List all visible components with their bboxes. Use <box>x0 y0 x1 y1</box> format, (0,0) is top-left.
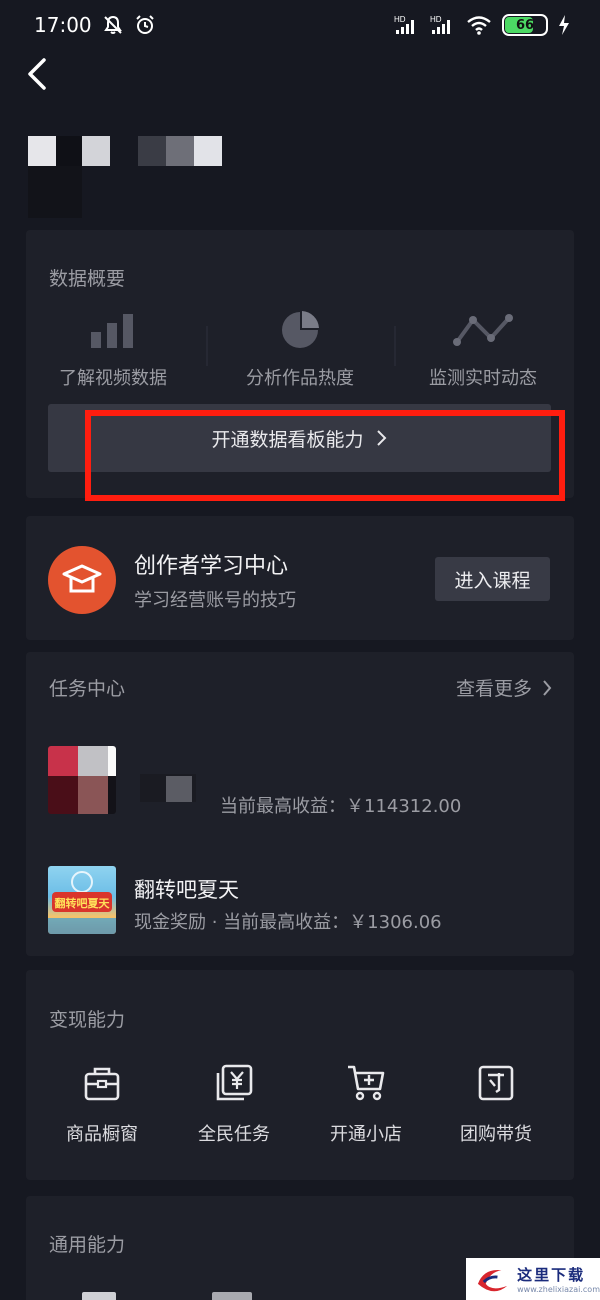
cap-item-universal-task[interactable]: 全民任务 <box>168 1060 300 1146</box>
partial-icon <box>212 1292 252 1300</box>
signal-icon-1: HD <box>394 14 420 36</box>
task-item-2[interactable]: 翻转吧夏天 翻转吧夏天 现金奖励 · 当前最高收益：￥1306.06 <box>48 866 552 934</box>
learning-center-card[interactable]: 创作者学习中心 学习经营账号的技巧 进入课程 <box>26 516 574 640</box>
task-desc-1: 当前最高收益：￥114312.00 <box>220 796 462 817</box>
cap-label-universal-task: 全民任务 <box>198 1124 270 1145</box>
net-label-1: HD <box>394 15 406 24</box>
line-chart-icon <box>453 314 513 346</box>
back-arrow-icon <box>28 58 46 90</box>
watermark-swirl-icon <box>477 1269 508 1292</box>
task-thumb-summer: 翻转吧夏天 <box>48 866 116 934</box>
watermark-text: 这里下载 <box>517 1266 586 1284</box>
battery-percent: 66 <box>515 17 535 33</box>
storefront-bag-icon <box>84 1067 120 1101</box>
group-buy-icon <box>478 1065 514 1101</box>
battery-icon: 66 <box>502 14 548 36</box>
pie-chart-icon <box>282 311 319 348</box>
task-item-1[interactable]: 当前最高收益：￥114312.00 <box>48 746 552 818</box>
task-thumb-blurred <box>48 746 116 814</box>
status-time: 17:00 <box>34 13 92 37</box>
net-label-2: HD <box>430 15 442 24</box>
task-thumb-text: 翻转吧夏天 <box>55 896 111 910</box>
enter-course-button[interactable]: 进入课程 <box>435 557 550 601</box>
divider <box>394 326 396 366</box>
cap-label-product-window: 商品橱窗 <box>66 1124 138 1145</box>
overview-label-realtime-monitor: 监测实时动态 <box>429 368 537 389</box>
wifi-icon <box>466 14 492 36</box>
view-more-link[interactable]: 查看更多 <box>456 674 552 701</box>
task-center-title: 任务中心 <box>49 678 126 700</box>
cart-add-icon <box>348 1065 385 1101</box>
divider <box>206 326 208 366</box>
overview-label-heat-analysis: 分析作品热度 <box>246 368 354 389</box>
mute-icon <box>102 14 124 36</box>
overview-title: 数据概要 <box>49 268 126 290</box>
cap-item-group-buy[interactable]: 团购带货 <box>430 1060 562 1146</box>
overview-label-video-data: 了解视频数据 <box>59 368 167 389</box>
learning-subtitle: 学习经营账号的技巧 <box>134 590 296 611</box>
task-center-card: 任务中心 查看更多 当前最高收益：￥114312.00 翻转吧夏天 翻转吧夏天 … <box>26 652 574 956</box>
back-button[interactable] <box>22 54 58 94</box>
bar-chart-icon <box>91 314 133 348</box>
highlight-box <box>85 410 565 501</box>
site-watermark-logo: 这里下载 www.zhelixiazai.com <box>466 1258 600 1300</box>
view-more-label: 查看更多 <box>455 678 532 700</box>
alarm-icon <box>134 14 156 36</box>
partial-icon <box>82 1292 116 1300</box>
charging-icon <box>558 14 570 36</box>
monetization-card: 变现能力 商品橱窗 全民任务 开通小店 团购带货 <box>26 970 574 1180</box>
learning-title: 创作者学习中心 <box>134 554 289 579</box>
chevron-right-icon <box>543 679 552 696</box>
watermark-url: www.zhelixiazai.com <box>517 1285 600 1294</box>
overview-item-heat-analysis[interactable]: 分析作品热度 <box>215 310 385 390</box>
task-desc-2: 现金奖励 · 当前最高收益：￥1306.06 <box>134 912 442 933</box>
task-name-2: 翻转吧夏天 <box>134 878 239 902</box>
blurred-text <box>166 776 192 802</box>
cap-item-open-shop[interactable]: 开通小店 <box>300 1060 432 1146</box>
general-title: 通用能力 <box>49 1234 126 1256</box>
profile-avatar-blurred <box>28 136 228 226</box>
graduation-cap-icon <box>48 546 116 614</box>
status-bar: 17:00 HD HD 66 <box>0 0 600 50</box>
cap-label-open-shop: 开通小店 <box>330 1124 402 1145</box>
cap-item-product-window[interactable]: 商品橱窗 <box>36 1060 168 1146</box>
cap-label-group-buy: 团购带货 <box>460 1124 532 1145</box>
monetization-title: 变现能力 <box>49 1009 126 1031</box>
overview-item-video-data[interactable]: 了解视频数据 <box>28 310 198 390</box>
signal-icon-2: HD <box>430 14 456 36</box>
overview-item-realtime-monitor[interactable]: 监测实时动态 <box>398 310 568 390</box>
yuan-task-icon <box>216 1064 253 1101</box>
